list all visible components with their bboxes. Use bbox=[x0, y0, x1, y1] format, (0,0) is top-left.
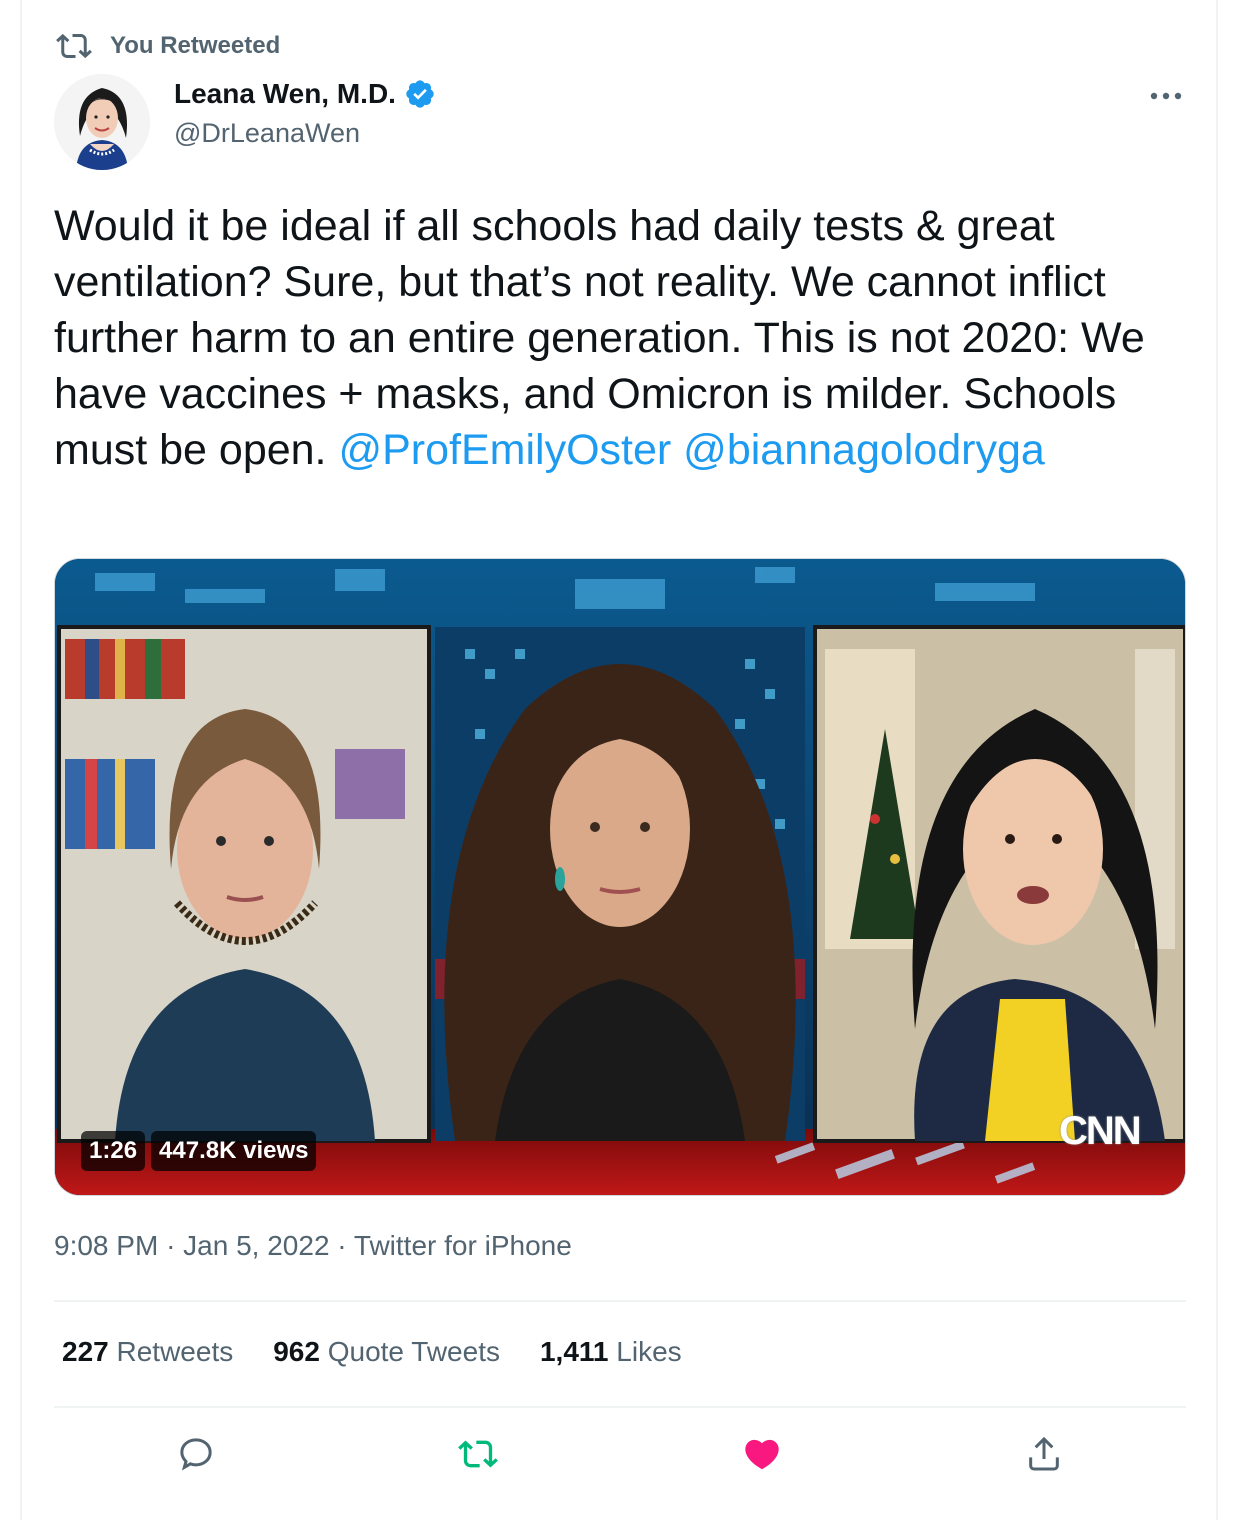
likes-label: Likes bbox=[616, 1336, 682, 1367]
likes-count: 1,411 bbox=[539, 1336, 609, 1367]
meta-separator: · bbox=[166, 1230, 176, 1261]
retweet-icon bbox=[56, 33, 92, 59]
more-options-icon[interactable] bbox=[1146, 84, 1186, 108]
divider bbox=[54, 1406, 1186, 1408]
retweet-banner-text: You Retweeted bbox=[110, 32, 281, 59]
video-duration: 1:26 bbox=[81, 1131, 146, 1171]
video-thumbnail bbox=[55, 559, 1185, 1195]
mention-prof-emily-oster[interactable]: @ProfEmilyOster bbox=[338, 426, 671, 474]
video-player[interactable]: 1:26 447.8K views CNN bbox=[54, 558, 1186, 1196]
video-views: 447.8K views bbox=[151, 1131, 317, 1171]
quotes-count: 962 bbox=[273, 1336, 320, 1367]
divider bbox=[54, 1300, 1186, 1302]
heart-icon[interactable] bbox=[742, 1434, 782, 1474]
retweet-icon[interactable] bbox=[458, 1434, 498, 1474]
video-overlay-stats: 1:26 447.8K views bbox=[81, 1131, 322, 1171]
mention-bianna-golodryga[interactable]: @biannagolodryga bbox=[683, 426, 1045, 474]
reply-icon[interactable] bbox=[176, 1434, 216, 1474]
tweet-meta: 9:08 PM · Jan 5, 2022 · Twitter for iPho… bbox=[54, 1230, 572, 1262]
verified-badge-icon bbox=[406, 80, 434, 108]
retweets-stat[interactable]: 227 Retweets bbox=[62, 1336, 233, 1368]
author-block[interactable]: Leana Wen, M.D. @DrLeanaWen bbox=[174, 78, 436, 149]
retweet-banner: You Retweeted bbox=[56, 28, 280, 64]
likes-stat[interactable]: 1,411 Likes bbox=[540, 1336, 682, 1368]
retweets-label: Retweets bbox=[116, 1336, 234, 1367]
meta-separator: · bbox=[337, 1230, 347, 1261]
retweets-count: 227 bbox=[62, 1336, 109, 1367]
tweet-date[interactable]: Jan 5, 2022 bbox=[183, 1230, 329, 1261]
share-icon[interactable] bbox=[1024, 1434, 1064, 1474]
author-name[interactable]: Leana Wen, M.D. bbox=[174, 78, 396, 110]
engagement-stats: 227 Retweets 962 Quote Tweets 1,411 Like… bbox=[62, 1336, 722, 1368]
quotes-stat[interactable]: 962 Quote Tweets bbox=[273, 1336, 500, 1368]
avatar[interactable] bbox=[54, 74, 150, 170]
tweet-text: Would it be ideal if all schools had dai… bbox=[54, 198, 1194, 478]
cnn-logo: CNN bbox=[1059, 1109, 1142, 1153]
tweet-source[interactable]: Twitter for iPhone bbox=[354, 1230, 572, 1261]
tweet-time[interactable]: 9:08 PM bbox=[54, 1230, 158, 1261]
author-handle[interactable]: @DrLeanaWen bbox=[174, 118, 436, 149]
quotes-label: Quote Tweets bbox=[327, 1336, 500, 1367]
